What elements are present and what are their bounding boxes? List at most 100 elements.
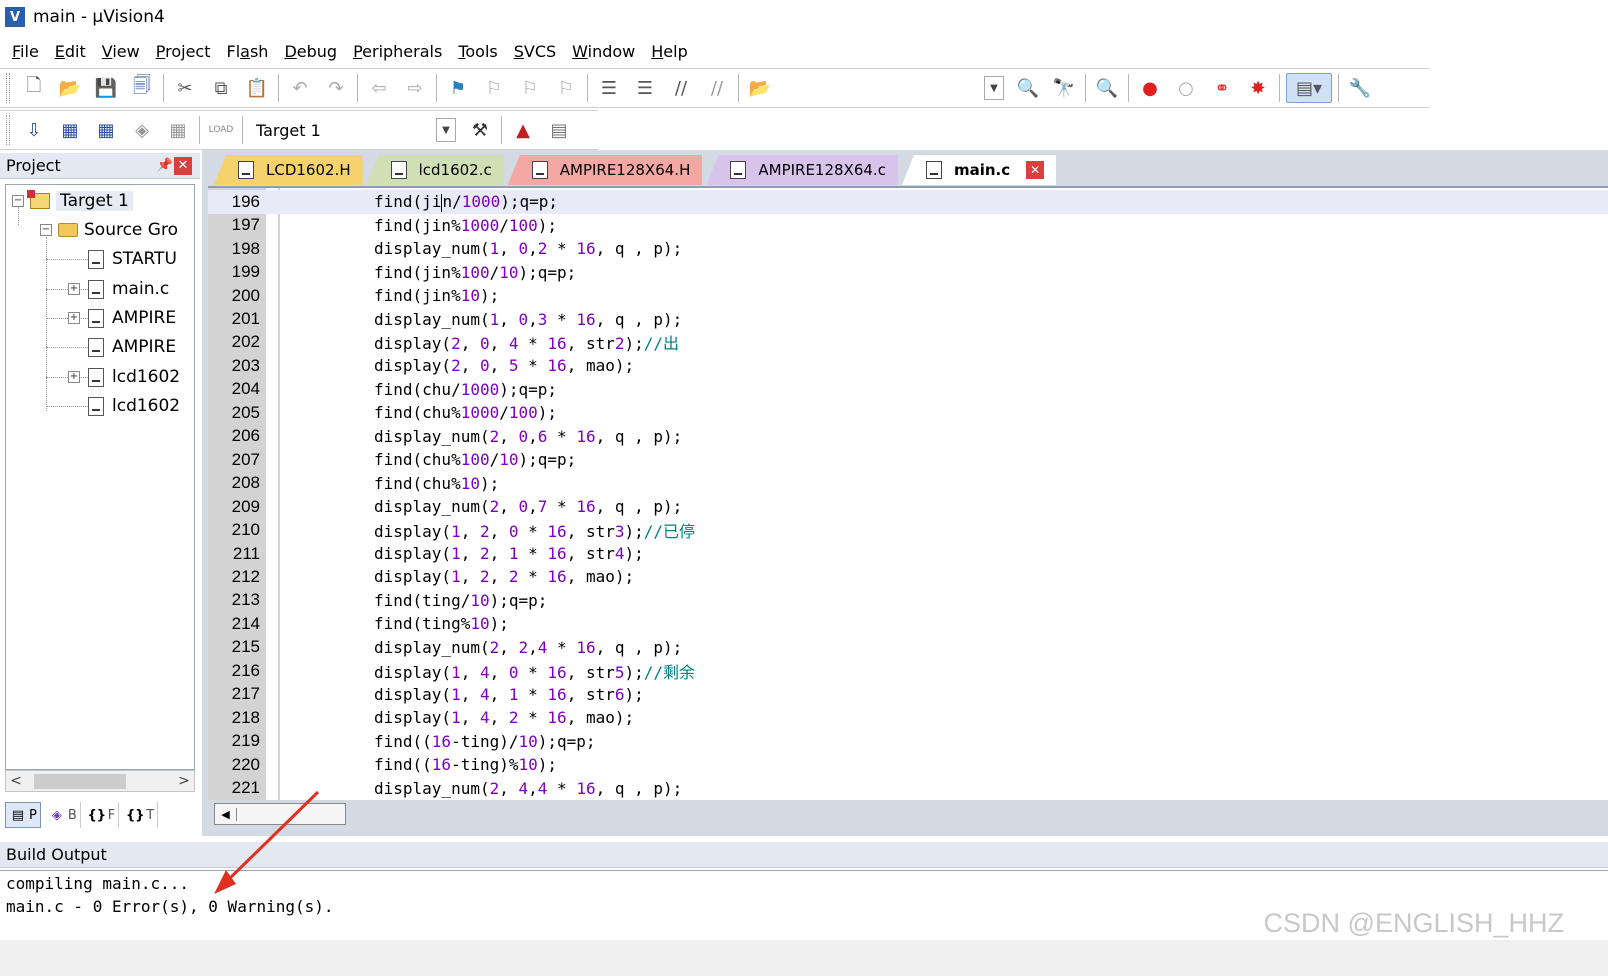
next-bookmark-icon[interactable]: ⚐	[515, 73, 545, 103]
stop-build-icon[interactable]: ▦	[163, 115, 193, 145]
code-line[interactable]: 212 display(1, 2, 2 * 16, mao);	[208, 565, 1608, 589]
code-line[interactable]: 209 display_num(2, 0,7 * 16, q , p);	[208, 495, 1608, 519]
toolbar-grip[interactable]	[6, 73, 10, 103]
code-line[interactable]: 207 find(chu%100/10);q=p;	[208, 448, 1608, 472]
code-line[interactable]: 197 find(jin%1000/100);	[208, 213, 1608, 237]
code-line[interactable]: 206 display_num(2, 0,6 * 16, q , p);	[208, 425, 1608, 449]
scroll-right-icon[interactable]: >	[174, 773, 194, 789]
tab-books[interactable]: ◈ B	[45, 802, 81, 828]
insert-breakpoint-icon[interactable]: ●	[1135, 73, 1165, 103]
code-line[interactable]: 216 display(1, 4, 0 * 16, str5);//剩余	[208, 659, 1608, 683]
indent-icon[interactable]: ☰	[594, 73, 624, 103]
uncomment-icon[interactable]: //	[702, 73, 732, 103]
code-line[interactable]: 201 display_num(1, 0,3 * 16, q , p);	[208, 307, 1608, 331]
code-line[interactable]: 202 display(2, 0, 4 * 16, str2);//出	[208, 331, 1608, 355]
open-folder-icon[interactable]: 📂	[55, 73, 85, 103]
scroll-left-icon[interactable]: <	[6, 773, 26, 789]
close-tab-icon[interactable]: ✕	[1026, 161, 1045, 179]
expand-icon[interactable]: +	[68, 283, 80, 295]
expand-icon[interactable]: +	[68, 312, 80, 324]
code-line[interactable]: 214 find(ting%10);	[208, 612, 1608, 636]
code-line[interactable]: 218 display(1, 4, 2 * 16, mao);	[208, 706, 1608, 730]
tree-item[interactable]: − Target 1	[12, 188, 133, 214]
save-icon[interactable]: 💾	[91, 73, 121, 103]
code-line[interactable]: 204 find(chu/1000);q=p;	[208, 378, 1608, 402]
tree-item[interactable]: + lcd1602	[68, 364, 180, 390]
undo-icon[interactable]: ↶	[285, 73, 315, 103]
code-line[interactable]: 198 display_num(1, 0,2 * 16, q , p);	[208, 237, 1608, 261]
code-line[interactable]: 205 find(chu%1000/100);	[208, 401, 1608, 425]
clear-bookmarks-icon[interactable]: ⚐	[551, 73, 581, 103]
project-tree-hscrollbar[interactable]: < >	[5, 770, 195, 792]
code-line[interactable]: 211 display(1, 2, 1 * 16, str4);	[208, 542, 1608, 566]
menu-item[interactable]: Help	[643, 42, 695, 61]
tree-item[interactable]: + AMPIRE	[68, 305, 176, 331]
code-line[interactable]: 200 find(jin%10);	[208, 284, 1608, 308]
tree-item[interactable]: AMPIRE	[68, 334, 176, 360]
copy-icon[interactable]: ⧉	[206, 73, 236, 103]
enable-breakpoint-icon[interactable]: ○	[1171, 73, 1201, 103]
code-line[interactable]: 219 find((16-ting)/10);q=p;	[208, 729, 1608, 753]
tab-ampire128x64-h[interactable]: AMPIRE128X64.H	[507, 155, 703, 185]
menu-item[interactable]: Debug	[276, 42, 345, 61]
window-layout-icon[interactable]: ▤▾	[1286, 73, 1332, 103]
menu-item[interactable]: View	[94, 42, 148, 61]
code-line[interactable]: 196 find(jin/1000);q=p;	[208, 190, 1608, 214]
navigate-back-icon[interactable]: ⇦	[364, 73, 394, 103]
scrollbar-thumb[interactable]	[34, 774, 126, 789]
pin-icon[interactable]: 📌	[156, 158, 174, 173]
kill-breakpoints-icon[interactable]: ✸	[1243, 73, 1273, 103]
cut-icon[interactable]: ✂	[170, 73, 200, 103]
menu-item[interactable]: Flash	[218, 42, 276, 61]
target-select[interactable]: Target 1	[246, 121, 436, 140]
menu-item[interactable]: Project	[148, 42, 219, 61]
debug-session-icon[interactable]: 🔍	[1092, 73, 1122, 103]
code-line[interactable]: 215 display_num(2, 2,4 * 16, q , p);	[208, 636, 1608, 660]
download-load-icon[interactable]: LOAD	[206, 115, 236, 145]
scroll-left-icon[interactable]: ◀	[215, 807, 237, 821]
menu-item[interactable]: Tools	[450, 42, 505, 61]
tab-templates[interactable]: {} T	[123, 802, 159, 828]
code-line[interactable]: 199 find(jin%100/10);q=p;	[208, 260, 1608, 284]
editor-hscrollbar[interactable]: ◀	[208, 802, 1608, 826]
tree-item[interactable]: STARTU	[68, 246, 177, 272]
menu-item[interactable]: SVCS	[506, 42, 564, 61]
translate-icon[interactable]: ⇩	[19, 115, 49, 145]
tab-project[interactable]: ▤ P	[5, 802, 41, 828]
tree-item[interactable]: + main.c	[68, 276, 169, 302]
code-line[interactable]: 213 find(ting/10);q=p;	[208, 589, 1608, 613]
hscroll-left-box[interactable]: ◀	[214, 803, 346, 825]
paste-icon[interactable]: 📋	[242, 73, 272, 103]
unindent-icon[interactable]: ☰	[630, 73, 660, 103]
manage-components-icon[interactable]: ▲	[508, 115, 538, 145]
prev-bookmark-icon[interactable]: ⚐	[479, 73, 509, 103]
find-icon[interactable]: 🔍	[1013, 73, 1043, 103]
menu-item[interactable]: File	[4, 42, 47, 61]
menu-item[interactable]: Peripherals	[345, 42, 450, 61]
code-line[interactable]: 203 display(2, 0, 5 * 16, mao);	[208, 354, 1608, 378]
target-options-icon[interactable]: ⚒	[465, 115, 495, 145]
rebuild-icon[interactable]: ▦	[91, 115, 121, 145]
save-all-icon[interactable]: 🗐	[127, 73, 157, 103]
menu-item[interactable]: Edit	[47, 42, 94, 61]
bookmark-icon[interactable]: ⚑	[443, 73, 473, 103]
disable-breakpoints-icon[interactable]: ⚭	[1207, 73, 1237, 103]
tab-lcd1602-c[interactable]: lcd1602.c	[366, 155, 504, 185]
build-icon[interactable]: ▦	[55, 115, 85, 145]
code-line[interactable]: 210 display(1, 2, 0 * 16, str3);//已停	[208, 518, 1608, 542]
code-line[interactable]: 208 find(chu%10);	[208, 471, 1608, 495]
tab-lcd1602-h[interactable]: LCD1602.H	[214, 155, 363, 185]
target-select-dropdown[interactable]: ▼	[436, 118, 456, 142]
tab-functions[interactable]: {} F	[85, 802, 120, 828]
code-line[interactable]: 221 display_num(2, 4,4 * 16, q , p);	[208, 776, 1608, 800]
expand-icon[interactable]: +	[68, 371, 80, 383]
code-editor[interactable]: 196 find(jin/1000);q=p; 197 find(jin%1000/1…	[208, 186, 1608, 800]
new-file-icon[interactable]: 🗋	[19, 73, 49, 103]
find-combo-dropdown[interactable]: ▼	[984, 76, 1004, 100]
menu-item[interactable]: Window	[564, 42, 643, 61]
select-packs-icon[interactable]: ▤	[544, 115, 574, 145]
close-project-panel-icon[interactable]: ✕	[174, 156, 192, 175]
comment-icon[interactable]: //	[666, 73, 696, 103]
find-in-files-icon[interactable]: 📂	[745, 73, 775, 103]
code-line[interactable]: 220 find((16-ting)%10);	[208, 753, 1608, 777]
